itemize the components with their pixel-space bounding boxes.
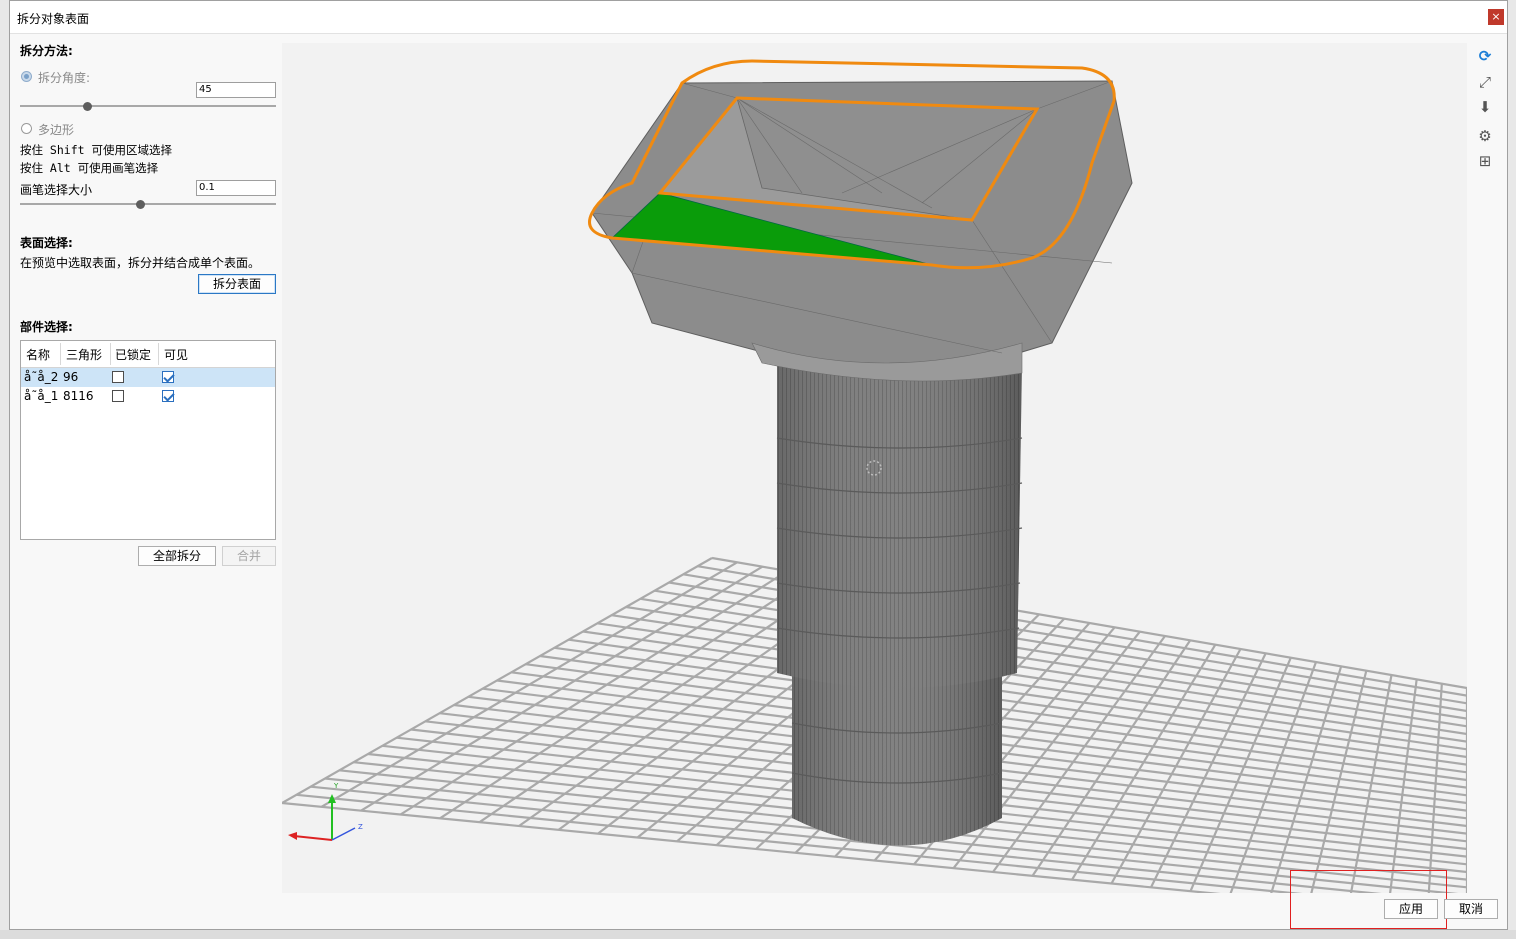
column-separator <box>110 343 111 365</box>
title-bar[interactable]: 拆分对象表面 × <box>10 1 1507 34</box>
cylinder-body <box>776 363 1023 846</box>
split-surface-button[interactable]: 拆分表面 <box>198 274 276 294</box>
part-triangles: 8116 <box>63 389 94 403</box>
split-all-button[interactable]: 全部拆分 <box>138 546 216 566</box>
drop-to-floor-icon[interactable]: ⬇ <box>1476 98 1494 116</box>
parts-table[interactable]: 名称 三角形 已锁定 可见 å˜å_2 96 å˜å_1 8116 <box>20 340 276 540</box>
split-method-title: 拆分方法: <box>20 44 73 58</box>
part-visible-checkbox[interactable] <box>162 371 174 383</box>
window-title: 拆分对象表面 <box>17 12 90 26</box>
part-locked-checkbox[interactable] <box>112 371 124 383</box>
parts-table-header: 名称 三角形 已锁定 可见 <box>21 341 275 368</box>
3d-scene: Y Z <box>282 59 1467 893</box>
split-angle-label: 拆分角度: <box>38 71 91 85</box>
background-app-left-edge <box>0 0 9 939</box>
part-locked-checkbox[interactable] <box>112 390 124 402</box>
column-header-locked[interactable]: 已锁定 <box>115 346 151 363</box>
alt-hint: 按住 Alt 可使用画笔选择 <box>20 161 159 175</box>
background-app-bottom-edge <box>0 930 1516 939</box>
column-header-name[interactable]: 名称 <box>26 346 50 363</box>
surface-select-title: 表面选择: <box>20 236 73 250</box>
shift-hint: 按住 Shift 可使用区域选择 <box>20 143 172 157</box>
surface-select-hint: 在预览中选取表面，拆分并结合成单个表面。 <box>20 256 261 270</box>
merge-button[interactable]: 合并 <box>222 546 276 566</box>
settings-gear-icon[interactable]: ⚙ <box>1476 127 1494 145</box>
split-angle-radio[interactable] <box>21 71 32 82</box>
model-head <box>588 59 1133 382</box>
polygon-label: 多边形 <box>38 123 75 137</box>
brush-size-slider-track[interactable] <box>20 203 276 205</box>
close-button[interactable]: × <box>1488 9 1504 25</box>
brush-size-slider-thumb[interactable] <box>136 200 145 209</box>
part-triangles: 96 <box>63 370 79 384</box>
split-angle-slider-thumb[interactable] <box>83 102 92 111</box>
background-app-right-edge <box>1508 0 1516 939</box>
brush-size-label: 画笔选择大小 <box>20 183 93 197</box>
3d-preview-viewport[interactable]: Y Z <box>282 43 1467 893</box>
column-header-triangles[interactable]: 三角形 <box>66 346 102 363</box>
part-name: å˜å_2 <box>24 370 59 384</box>
split-angle-input[interactable]: 45 <box>196 82 276 98</box>
fit-view-icon[interactable]: ⤢ <box>1476 73 1494 91</box>
split-surface-dialog: 拆分对象表面 × 拆分方法: 拆分角度: 45 多边形 按住 Shift 可使用… <box>9 0 1508 930</box>
column-separator <box>60 343 61 365</box>
table-row[interactable]: å˜å_2 96 <box>21 368 275 387</box>
polygon-radio[interactable] <box>21 123 32 134</box>
grid-toggle-icon[interactable]: ⊞ <box>1476 152 1494 170</box>
parts-select-title: 部件选择: <box>20 320 73 334</box>
table-row[interactable]: å˜å_1 8116 <box>21 387 275 406</box>
apply-button[interactable]: 应用 <box>1384 899 1438 919</box>
axis-z-label: Z <box>358 823 363 831</box>
part-name: å˜å_1 <box>24 389 59 403</box>
column-separator <box>158 343 159 365</box>
column-header-visible[interactable]: 可见 <box>164 346 188 363</box>
brush-size-input[interactable]: 0.1 <box>196 180 276 196</box>
axis-y-label: Y <box>333 782 339 790</box>
part-visible-checkbox[interactable] <box>162 390 174 402</box>
cancel-button[interactable]: 取消 <box>1444 899 1498 919</box>
split-angle-slider-track[interactable] <box>20 105 276 107</box>
refresh-icon[interactable]: ⟳ <box>1476 47 1494 65</box>
